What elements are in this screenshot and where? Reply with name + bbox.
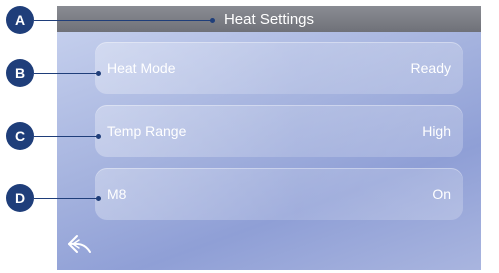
setting-value: Ready [410,60,451,76]
callout-a-leader [34,20,212,21]
callout-c-leader-dot [96,134,101,139]
setting-value: On [432,186,451,202]
callout-b-leader-dot [96,71,101,76]
setting-label: Temp Range [107,123,187,139]
setting-value: High [422,123,451,139]
setting-label: Heat Mode [107,60,176,76]
spa-control-screen: Heat Settings Heat Mode Ready Temp Range… [57,6,481,270]
annotated-screenshot: Heat Settings Heat Mode Ready Temp Range… [0,0,499,273]
callout-d-leader [34,198,98,199]
setting-row-heat-mode[interactable]: Heat Mode Ready [95,42,463,94]
back-arrow-icon[interactable] [66,232,94,258]
callout-d: D [6,184,34,212]
page-title: Heat Settings [57,6,481,32]
callout-c: C [6,122,34,150]
setting-row-m8[interactable]: M8 On [95,168,463,220]
setting-label: M8 [107,186,127,202]
callout-a-leader-dot [210,18,215,23]
callout-c-leader [34,136,98,137]
callout-b-leader [34,73,98,74]
callout-b: B [6,59,34,87]
callout-d-leader-dot [96,196,101,201]
callout-a: A [6,6,34,34]
setting-row-temp-range[interactable]: Temp Range High [95,105,463,157]
